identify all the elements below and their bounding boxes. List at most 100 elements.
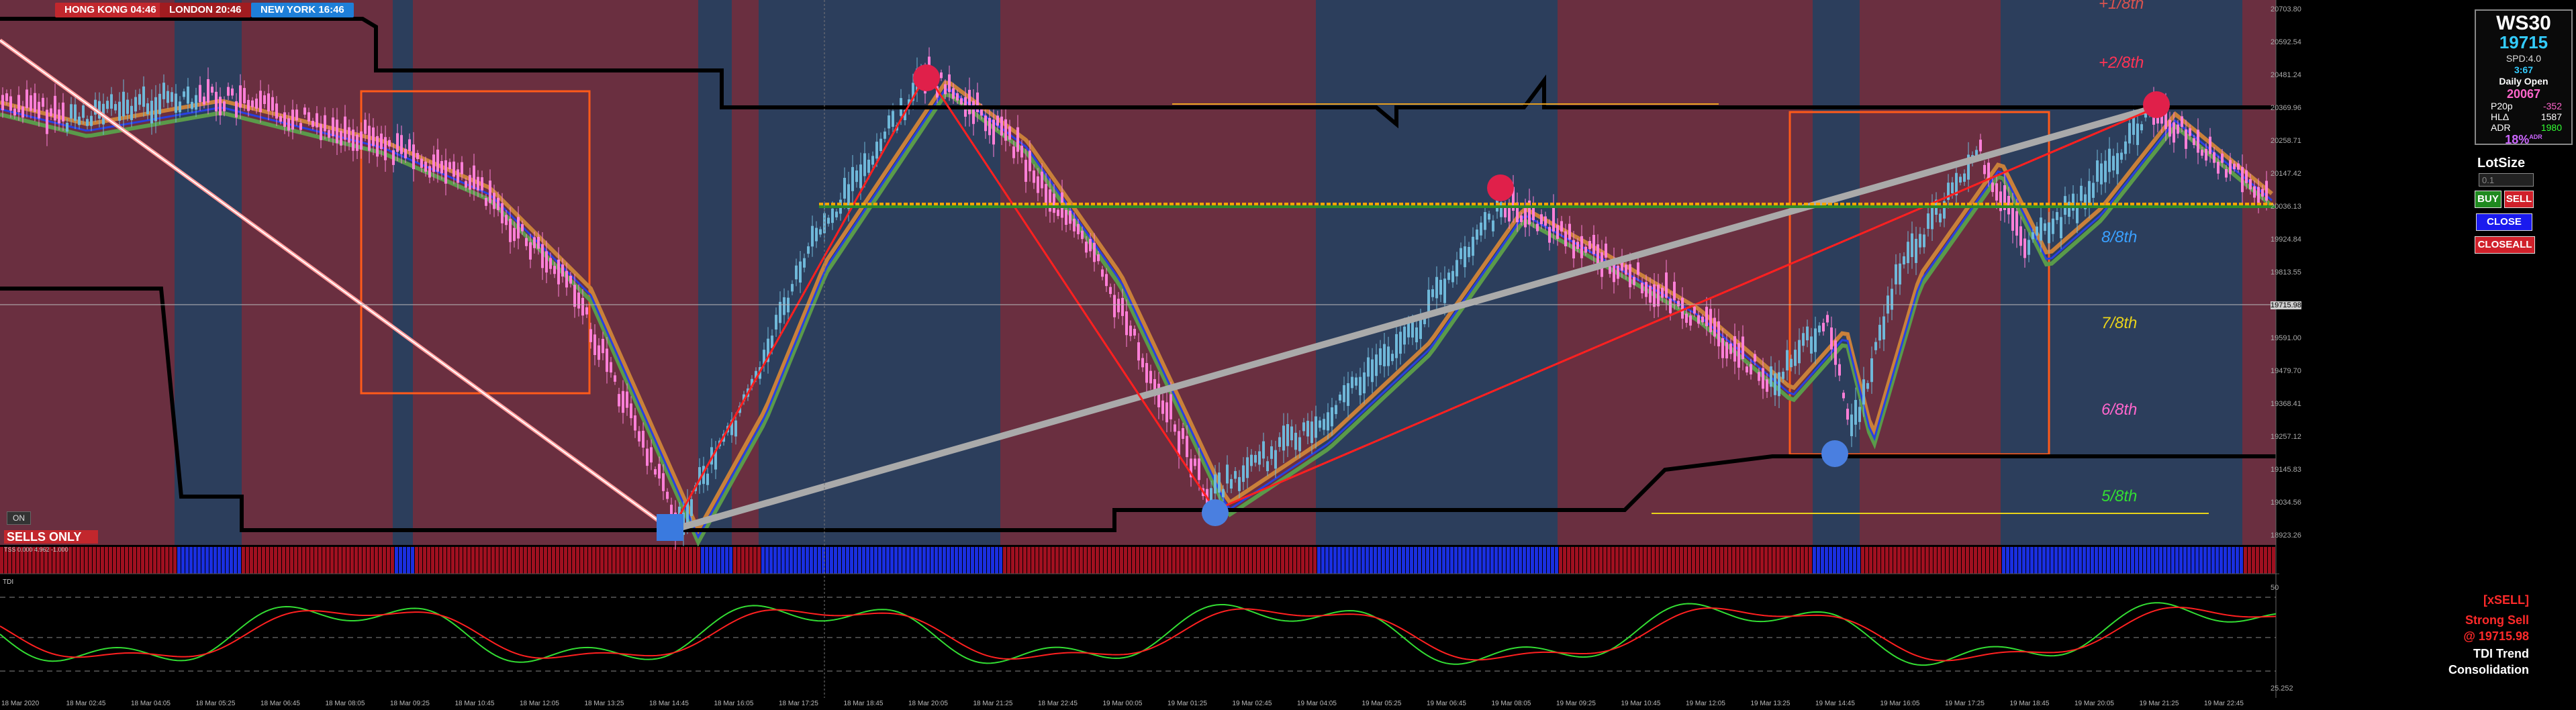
candle-body <box>1363 372 1366 394</box>
candle-body <box>799 261 802 283</box>
signal-bar <box>2099 547 2102 574</box>
candle-body <box>1 95 4 111</box>
time-tick: 19 Mar 10:45 <box>1621 700 1661 707</box>
signal-bar <box>278 547 281 574</box>
signal-bar <box>2002 547 2005 574</box>
signal-bar <box>1716 547 1719 574</box>
candle-body <box>622 391 624 413</box>
time-tick: 19 Mar 13:25 <box>1750 700 1791 707</box>
time-tick: 19 Mar 20:05 <box>2074 700 2114 707</box>
signal-bar <box>2119 547 2122 574</box>
signal-bar <box>830 547 833 574</box>
candle-body <box>2112 156 2115 170</box>
candle-body <box>1826 315 1829 323</box>
candle-body <box>1782 371 1784 379</box>
candle-body <box>1242 465 1245 483</box>
candle-body <box>344 116 346 140</box>
sell-button[interactable]: SELL <box>2504 191 2534 208</box>
signal-bar <box>955 547 958 574</box>
signal-bar <box>918 547 922 574</box>
candle-body <box>1093 242 1096 262</box>
signal-bar <box>157 547 160 574</box>
candle-body <box>1286 424 1289 446</box>
buy-arrow-marker <box>657 514 683 541</box>
candle-body <box>2108 148 2111 172</box>
candle-body <box>400 135 403 154</box>
on-indicator[interactable]: ON <box>7 511 31 525</box>
signal-bar <box>431 547 434 574</box>
candle-body <box>1278 437 1281 447</box>
signal-bar <box>729 547 732 574</box>
time-tick: 18 Mar 13:25 <box>584 700 624 707</box>
candle-body <box>1899 263 1901 285</box>
candle-body <box>364 119 367 134</box>
close-button[interactable]: CLOSE <box>2476 213 2532 231</box>
signal-bar <box>1128 547 1131 574</box>
candle-body <box>521 224 524 232</box>
signal-bar <box>391 547 394 574</box>
signal-bar <box>1599 547 1603 574</box>
signal-bar <box>129 547 132 574</box>
signal-bar <box>1353 547 1357 574</box>
time-tick: 19 Mar 18:45 <box>2009 700 2050 707</box>
candle-body <box>2036 226 2038 236</box>
signal-bar <box>1438 547 1441 574</box>
candle-body <box>972 101 975 124</box>
candle-body <box>1024 160 1027 182</box>
signal-bar <box>516 547 519 574</box>
buy-button[interactable]: BUY <box>2475 191 2501 208</box>
session-newyork: NEW YORK 16:46 <box>251 3 354 17</box>
candle-body <box>1141 358 1144 368</box>
signal-bar <box>1575 547 1578 574</box>
signal-bar <box>2034 547 2038 574</box>
signal-bar <box>2147 547 2150 574</box>
signal-bar <box>1704 547 1707 574</box>
sells-only-badge: SELLS ONLY <box>4 530 98 544</box>
time-tick: 18 Mar 05:25 <box>195 700 236 707</box>
signal-bar <box>1901 547 1905 574</box>
candle-body <box>396 133 399 152</box>
sell-signal-dot <box>1487 174 1514 201</box>
signal-bar <box>153 547 156 574</box>
closeall-button[interactable]: CLOSEALL <box>2475 236 2535 254</box>
lot-size-input[interactable] <box>2479 173 2534 187</box>
candle-body <box>795 265 798 280</box>
price-tick: 20036.13 <box>2271 203 2301 211</box>
signal-bar <box>785 547 789 574</box>
signal-bar <box>1265 547 1268 574</box>
signal-bar <box>89 547 92 574</box>
candle-body <box>1347 383 1349 406</box>
session-london: LONDON 20:46 <box>160 3 251 17</box>
candle-body <box>2249 179 2252 190</box>
candle-body <box>436 149 439 172</box>
price-tick: 20258.71 <box>2271 137 2301 145</box>
candle-body <box>1081 230 1084 240</box>
signal-bar <box>286 547 289 574</box>
candle-body <box>2217 162 2220 174</box>
signal-bar <box>733 547 736 574</box>
candle-body <box>2092 183 2095 198</box>
candle-body <box>1846 409 1849 420</box>
signal-bar <box>810 547 813 574</box>
candle-body <box>984 115 987 132</box>
signal-bar <box>1035 547 1039 574</box>
candle-body <box>440 160 443 174</box>
candle-body <box>457 169 459 183</box>
daily-open-value: 20067 <box>2506 87 2541 101</box>
candle-body <box>219 97 222 115</box>
candle-body <box>1911 233 1913 258</box>
signal-bar <box>1031 547 1035 574</box>
candle-body <box>879 138 882 152</box>
candle-body <box>372 127 375 146</box>
signal-bar <box>213 547 217 574</box>
signal-bar <box>1772 547 1776 574</box>
signal-bar <box>524 547 527 574</box>
signal-bar <box>1478 547 1482 574</box>
candle-body <box>2265 181 2268 201</box>
candle-body <box>2040 217 2042 241</box>
signal-bar <box>270 547 273 574</box>
candle-body <box>251 100 254 107</box>
signal-bar <box>749 547 753 574</box>
candle-body <box>501 203 504 223</box>
signal-bar <box>1913 547 1917 574</box>
